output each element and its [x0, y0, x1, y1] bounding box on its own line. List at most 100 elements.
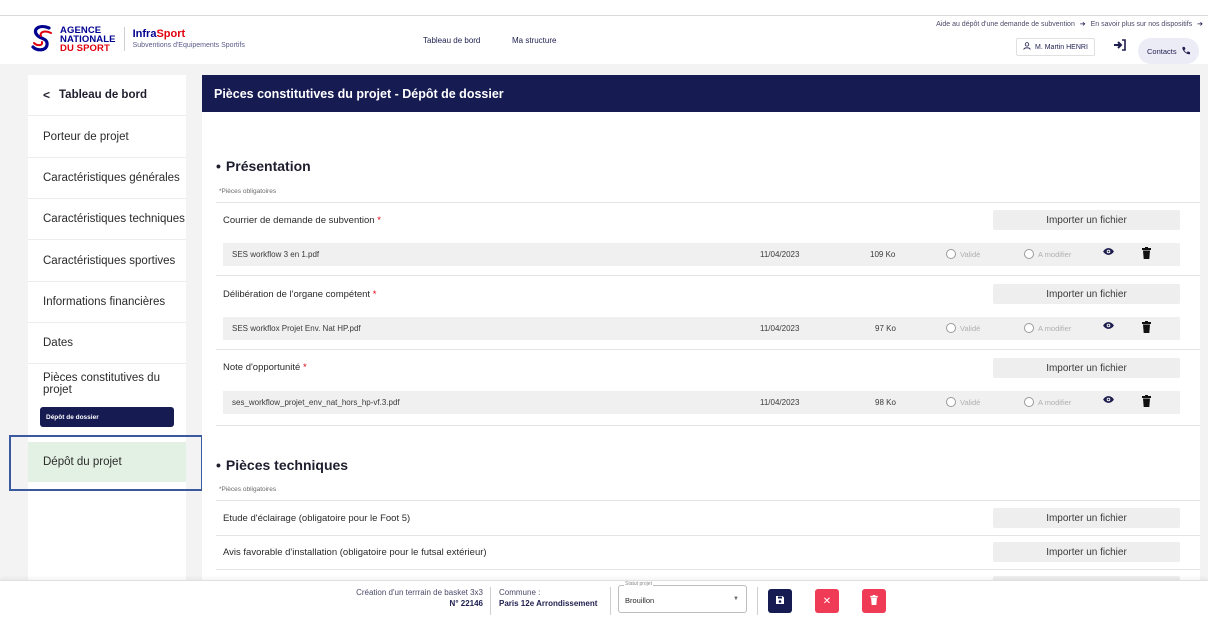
logout-icon[interactable] [1113, 39, 1127, 54]
doc-label: Etude d'éclairage (obligatoire pour le F… [223, 513, 411, 524]
trash-icon[interactable] [1142, 247, 1151, 259]
arrow-right-icon: ➔ [1079, 21, 1086, 28]
divider [216, 425, 1200, 426]
file-date: 11/04/2023 [760, 324, 800, 333]
divider [216, 349, 1200, 350]
validated-label: Validé [960, 324, 981, 333]
eye-icon[interactable] [1102, 247, 1115, 259]
page-title: Pièces constitutives du projet - Dépôt d… [202, 75, 1200, 112]
ans-logo-icon [30, 24, 54, 54]
trash-icon[interactable] [1142, 321, 1151, 333]
brand-divider [123, 27, 125, 51]
required-note: *Pièces obligatoires [219, 188, 277, 195]
divider [610, 587, 611, 615]
file-size: 97 Ko [875, 324, 896, 333]
agency-logo[interactable]: AGENCE NATIONALE DU SPORT InfraSport Sub… [30, 24, 245, 54]
status-legend: Statut projet [624, 581, 653, 587]
required-note: *Pièces obligatoires [219, 486, 277, 493]
section-title-presentation: • Présentation [216, 158, 311, 174]
import-file-button[interactable]: Importer un fichier [993, 358, 1180, 378]
divider [216, 275, 1200, 276]
file-name[interactable]: ses_workflow_projet_env_nat_hors_hp-vf.3… [232, 398, 400, 407]
file-size: 109 Ko [870, 250, 896, 259]
user-account-button[interactable]: M. Martin HENRI [1016, 38, 1095, 56]
commune-value: Paris 12e Arrondissement [499, 599, 598, 608]
sidebar-back-dashboard[interactable]: < Tableau de bord [28, 75, 186, 116]
trash-icon[interactable] [1142, 395, 1151, 407]
agency-name: AGENCE NATIONALE DU SPORT [60, 24, 116, 54]
contacts-button[interactable]: Contacts [1138, 38, 1199, 64]
project-status-select[interactable]: Statut projet Brouillon ▼ [618, 581, 747, 613]
focus-outline [9, 435, 203, 491]
sidebar: < Tableau de bord Porteur de projet Cara… [28, 75, 186, 580]
divider [490, 587, 491, 615]
project-number: N° 22146 [449, 599, 483, 608]
eye-icon[interactable] [1102, 321, 1115, 333]
cancel-button[interactable]: ✕ [815, 589, 839, 613]
to-modify-label: A modifier [1038, 398, 1072, 407]
divider [216, 202, 1200, 203]
contacts-label: Contacts [1147, 46, 1177, 56]
project-status-bar: Création d'un terrrain de basket 3x3 N° … [0, 580, 1208, 619]
import-file-button[interactable]: Importer un fichier [993, 210, 1180, 230]
to-modify-label: A modifier [1038, 250, 1072, 259]
nav-dashboard-link[interactable]: Tableau de bord [423, 36, 480, 45]
to-modify-radio[interactable] [1024, 323, 1034, 333]
help-link-more-info[interactable]: En savoir plus sur nos dispositifs [1091, 21, 1193, 28]
doc-label: Note d'opportunité * [223, 362, 307, 373]
import-file-button[interactable]: Importer un fichier [993, 508, 1180, 528]
app-brand: InfraSport Subventions d'Equipements Spo… [132, 27, 245, 49]
import-file-button[interactable]: Importer un fichier [993, 284, 1180, 304]
trash-icon [870, 594, 878, 608]
arrow-right-icon: ➔ [1197, 21, 1203, 28]
to-modify-label: A modifier [1038, 324, 1072, 333]
doc-label: Avis favorable d'installation (obligatoi… [223, 547, 487, 558]
save-button[interactable] [768, 589, 792, 613]
doc-label: Délibération de l'organe compétent * [223, 289, 377, 300]
validated-radio[interactable] [946, 323, 956, 333]
delete-project-button[interactable] [862, 589, 886, 613]
validated-radio[interactable] [946, 249, 956, 259]
commune-info: Commune : Paris 12e Arrondissement [499, 587, 597, 609]
file-row: ses_workflow_projet_env_nat_hors_hp-vf.3… [223, 391, 1180, 414]
nav-structure-link[interactable]: Ma structure [512, 36, 556, 45]
file-name[interactable]: SES workflow 3 en 1.pdf [232, 250, 319, 259]
user-icon [1023, 42, 1031, 52]
back-chevron-icon: < [43, 88, 51, 102]
commune-label: Commune : [499, 588, 541, 597]
project-name: Création d'un terrrain de basket 3x3 [356, 588, 483, 597]
sidebar-subitem-depot-dossier[interactable]: Dépôt de dossier [40, 407, 174, 427]
import-file-button[interactable]: Importer un fichier [993, 542, 1180, 562]
validated-label: Validé [960, 250, 981, 259]
sidebar-item-sportives[interactable]: Caractéristiques sportives [28, 240, 186, 282]
validated-radio[interactable] [946, 397, 956, 407]
divider [216, 500, 1200, 501]
status-value: Brouillon [625, 596, 655, 605]
to-modify-radio[interactable] [1024, 397, 1034, 407]
to-modify-radio[interactable] [1024, 249, 1034, 259]
user-name: M. Martin HENRI [1035, 43, 1088, 51]
file-row: SES workflow 3 en 1.pdf 11/04/2023 109 K… [223, 243, 1180, 266]
sidebar-item-techniques[interactable]: Caractéristiques techniques [28, 199, 186, 240]
sidebar-item-financieres[interactable]: Informations financières [28, 282, 186, 323]
close-icon: ✕ [822, 595, 832, 607]
phone-icon [1181, 46, 1190, 57]
section-title-pieces-techniques: • Pièces techniques [216, 457, 349, 473]
doc-label: Courrier de demande de subvention * [223, 215, 381, 226]
file-date: 11/04/2023 [760, 250, 800, 259]
sidebar-back-label: Tableau de bord [59, 89, 147, 101]
project-info: Création d'un terrrain de basket 3x3 N° … [356, 587, 483, 609]
sidebar-item-generales[interactable]: Caractéristiques générales [28, 158, 186, 199]
site-header: AGENCE NATIONALE DU SPORT InfraSport Sub… [0, 16, 1208, 64]
eye-icon[interactable] [1102, 395, 1115, 407]
sidebar-item-pieces[interactable]: Pièces constitutives du projet [28, 364, 186, 404]
main-panel: Pièces constitutives du projet - Dépôt d… [202, 75, 1200, 580]
caret-down-icon: ▼ [733, 596, 739, 602]
divider [216, 569, 1200, 570]
file-row: SES workflox Projet Env. Nat HP.pdf 11/0… [223, 317, 1180, 340]
file-size: 98 Ko [875, 398, 896, 407]
sidebar-item-dates[interactable]: Dates [28, 323, 186, 364]
sidebar-item-porteur[interactable]: Porteur de projet [28, 116, 186, 158]
file-name[interactable]: SES workflox Projet Env. Nat HP.pdf [232, 324, 361, 333]
help-link-submission[interactable]: Aide au dépôt d'une demande de subventio… [936, 21, 1075, 28]
